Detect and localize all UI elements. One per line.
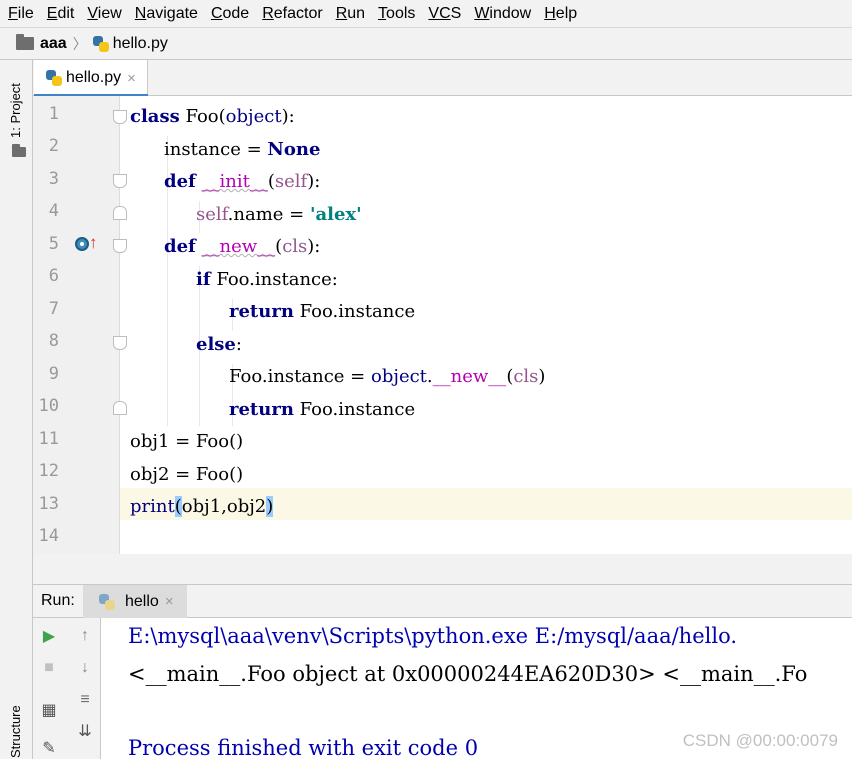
code-editor[interactable]: 1 2 3 4 5 6 7 8 9 10 11 12 13 14 ↑ class… [33,96,852,554]
code-line-3: def __init__(self): [164,171,321,192]
fold-toggle-icon[interactable] [113,401,127,415]
menu-help[interactable]: Help [544,5,577,23]
line-number: 12 [38,461,59,481]
line-number: 4 [48,201,59,221]
soft-wrap-icon[interactable]: ≡ [75,690,95,710]
line-number: 10 [38,396,59,416]
project-folder-icon[interactable] [12,144,26,157]
editor-gutter: 1 2 3 4 5 6 7 8 9 10 11 12 13 14 ↑ [33,96,120,554]
breadcrumb-file[interactable]: hello.py [113,35,168,53]
breadcrumb: aaa 〉 hello.py [0,27,852,60]
project-tool-tab[interactable]: 1: Project [8,83,23,138]
console-line-command: E:\mysql\aaa\venv\Scripts\python.exe E:/… [128,624,738,648]
code-line-6: if Foo.instance: [196,269,338,290]
line-number: 2 [48,136,59,156]
tab-label: hello.py [66,69,122,86]
code-line-13: print(obj1,obj2) [130,496,274,517]
close-icon[interactable]: × [165,593,174,610]
pin-icon[interactable]: ✎ [39,738,59,758]
menu-tools[interactable]: Tools [378,5,415,23]
menu-vcs[interactable]: VCS [428,5,461,23]
editor-tab-bar: hello.py × [33,60,852,97]
stop-icon[interactable]: ■ [39,658,59,678]
scroll-to-end-icon[interactable]: ⇊ [75,721,95,741]
fold-toggle-icon[interactable] [113,336,127,350]
fold-toggle-icon[interactable] [113,110,127,124]
run-label: Run: [41,592,75,609]
line-number: 13 [38,494,59,514]
code-line-10: return Foo.instance [229,399,416,420]
folder-icon [16,34,34,50]
line-number: 14 [38,526,59,546]
code-line-4: self.name = 'alex' [196,204,362,225]
rerun-icon[interactable]: ▶ [39,626,59,646]
python-icon [99,593,115,610]
line-number: 6 [48,266,59,286]
line-number: 11 [38,429,59,449]
code-line-1: class Foo(object): [130,106,295,127]
code-line-2: instance = None [164,139,321,160]
breadcrumb-project[interactable]: aaa [40,35,67,53]
line-number: 3 [48,169,59,189]
run-toolbar: ▶ ↑ ■ ↓ ≡ ▦ ⇊ ✎ [33,618,101,759]
menu-navigate[interactable]: Navigate [135,5,198,23]
fold-toggle-icon[interactable] [113,206,127,220]
code-line-7: return Foo.instance [229,301,416,322]
line-number: 7 [48,299,59,319]
line-number: 1 [48,104,59,124]
console-line-output: <__main__.Foo object at 0x00000244EA620D… [128,662,808,686]
line-number: 9 [48,364,59,384]
chevron-right-icon: 〉 [72,35,87,52]
menu-bar: File Edit View Navigate Code Refactor Ru… [0,0,852,27]
menu-window[interactable]: Window [474,5,531,23]
code-line-12: obj2 = Foo() [130,464,244,485]
close-icon[interactable]: × [127,70,136,87]
tab-hello-py[interactable]: hello.py × [34,60,148,97]
menu-refactor[interactable]: Refactor [262,5,322,23]
fold-toggle-icon[interactable] [113,174,127,188]
run-tab-hello[interactable]: hello × [83,585,187,618]
console-line-exit: Process finished with exit code 0 [128,736,479,759]
menu-file[interactable]: File [8,5,34,23]
layout-icon[interactable]: ▦ [39,700,59,720]
watermark: CSDN @00:00:0079 [682,731,838,750]
run-tab-label: hello [125,592,159,610]
code-line-5: def __new__(cls): [164,236,321,257]
menu-run[interactable]: Run [336,5,365,23]
code-line-9: Foo.instance = object.__new__(cls) [229,366,546,387]
left-tool-strip: 1: Project Structure [0,60,33,759]
menu-view[interactable]: View [87,5,121,23]
menu-edit[interactable]: Edit [47,5,75,23]
fold-toggle-icon[interactable] [113,239,127,253]
python-file-icon [46,70,62,86]
line-number: 8 [48,331,59,351]
structure-tool-tab[interactable]: Structure [8,705,23,758]
arrow-up-icon[interactable]: ↑ [75,626,95,646]
code-line-11: obj1 = Foo() [130,431,244,452]
python-file-icon [92,35,109,52]
run-panel-header: Run: hello × [33,584,852,618]
line-number: 5 [48,234,59,254]
menu-code[interactable]: Code [211,5,249,23]
code-line-8: else: [196,334,242,355]
arrow-down-icon[interactable]: ↓ [75,658,95,678]
